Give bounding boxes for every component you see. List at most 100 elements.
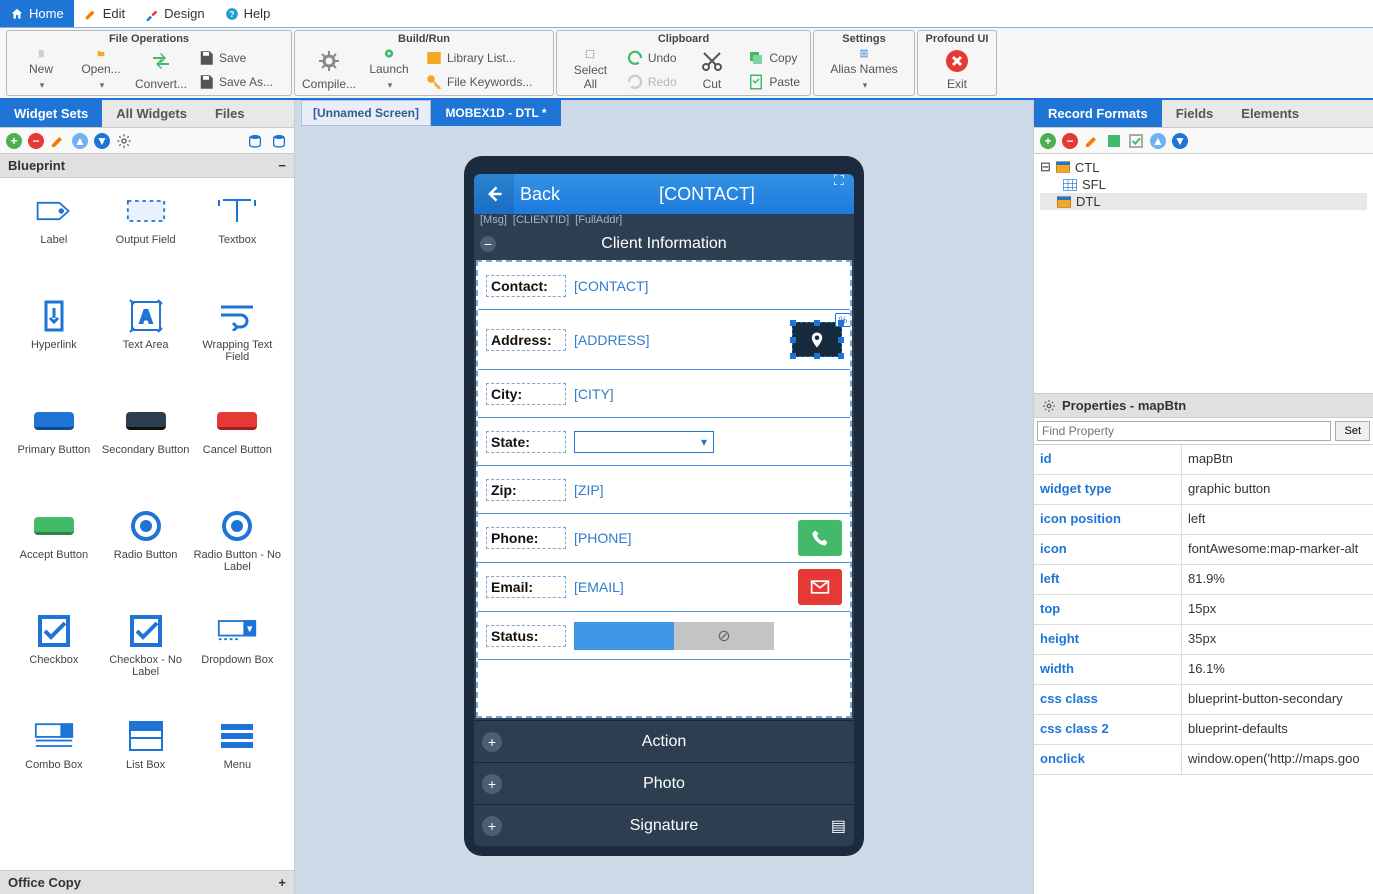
menu-design[interactable]: Design xyxy=(135,0,214,27)
widget-dropdown[interactable]: Dropdown Box xyxy=(191,606,283,711)
compile-button[interactable]: Compile... xyxy=(301,47,357,93)
map-button[interactable]: % xyxy=(792,322,842,357)
field-phone[interactable]: [PHONE] xyxy=(574,530,790,546)
plus-icon[interactable]: + xyxy=(482,774,502,794)
phone-button[interactable] xyxy=(798,520,842,556)
tab-record-formats[interactable]: Record Formats xyxy=(1034,100,1162,127)
field-contact[interactable]: [CONTACT] xyxy=(574,278,842,294)
tree-toggle-icon[interactable]: ⊟ xyxy=(1040,159,1051,175)
canvas-area[interactable]: Back [CONTACT] ⛶ [Msg] [CLIENTID] [FullA… xyxy=(295,126,1033,894)
prop-row[interactable]: css classblueprint-button-secondary xyxy=(1034,685,1373,715)
prop-row[interactable]: css class 2blueprint-defaults xyxy=(1034,715,1373,745)
prop-row[interactable]: iconfontAwesome:map-marker-alt xyxy=(1034,535,1373,565)
widget-wrapping-text[interactable]: Wrapping Text Field xyxy=(191,291,283,396)
filter-input[interactable] xyxy=(1037,421,1331,441)
widget-primary-button[interactable]: Primary Button xyxy=(8,396,100,501)
tab-fields[interactable]: Fields xyxy=(1162,100,1228,127)
cut-button[interactable]: Cut xyxy=(685,47,740,93)
blueprint-header[interactable]: Blueprint − xyxy=(0,154,294,178)
widget-accept-button[interactable]: Accept Button xyxy=(8,501,100,606)
prop-row[interactable]: top15px xyxy=(1034,595,1373,625)
tab-widget-sets[interactable]: Widget Sets xyxy=(0,100,102,127)
add-icon[interactable]: + xyxy=(6,133,22,149)
db-icon[interactable] xyxy=(246,133,264,149)
collapse-icon[interactable]: − xyxy=(278,158,286,173)
liblist-button[interactable]: Library List... xyxy=(421,47,536,69)
tree-node-sfl[interactable]: SFL xyxy=(1062,176,1367,193)
up-icon[interactable]: ▲ xyxy=(72,133,88,149)
widget-listbox[interactable]: List Box xyxy=(100,711,192,816)
widget-combobox[interactable]: Combo Box xyxy=(8,711,100,816)
add-icon[interactable]: + xyxy=(1040,133,1056,149)
saveas-button[interactable]: Save As... xyxy=(193,71,277,93)
plus-icon[interactable]: + xyxy=(482,732,502,752)
window-icon[interactable] xyxy=(1106,133,1122,149)
prop-row[interactable]: widget typegraphic button xyxy=(1034,475,1373,505)
paste-button[interactable]: Paste xyxy=(743,71,804,93)
prop-row[interactable]: width16.1% xyxy=(1034,655,1373,685)
field-state-select[interactable]: ▾ xyxy=(574,431,714,453)
widget-radio-button[interactable]: Radio Button xyxy=(100,501,192,606)
delete-icon[interactable]: − xyxy=(1062,133,1078,149)
action-row-photo[interactable]: + Photo xyxy=(474,762,854,804)
delete-icon[interactable]: − xyxy=(28,133,44,149)
edit-pencil-icon[interactable] xyxy=(1084,133,1100,149)
widget-textarea[interactable]: A Text Area xyxy=(100,291,192,396)
field-address[interactable]: [ADDRESS] xyxy=(574,332,784,348)
field-city[interactable]: [CITY] xyxy=(574,386,842,402)
tab-files[interactable]: Files xyxy=(201,100,259,127)
new-button[interactable]: New xyxy=(13,47,69,93)
prop-row[interactable]: icon positionleft xyxy=(1034,505,1373,535)
selectall-button[interactable]: Select All xyxy=(563,47,618,93)
convert-button[interactable]: Convert... xyxy=(133,47,189,93)
tab-unnamed-screen[interactable]: [Unnamed Screen] xyxy=(301,100,431,126)
filekw-button[interactable]: File Keywords... xyxy=(421,71,536,93)
widget-label[interactable]: Label xyxy=(8,186,100,291)
prop-row[interactable]: height35px xyxy=(1034,625,1373,655)
expand-icon[interactable]: + xyxy=(278,875,286,890)
gear-icon[interactable] xyxy=(116,133,132,149)
undo-button[interactable]: Undo xyxy=(622,47,681,69)
edit-pencil-icon[interactable] xyxy=(50,133,66,149)
widget-checkbox-nolabel[interactable]: Checkbox - No Label xyxy=(100,606,192,711)
widget-output-field[interactable]: Output Field xyxy=(100,186,192,291)
widget-radio-nolabel[interactable]: Radio Button - No Label xyxy=(191,501,283,606)
prop-row[interactable]: left81.9% xyxy=(1034,565,1373,595)
collapse-icon[interactable]: − xyxy=(480,236,496,252)
tree-node-dtl[interactable]: DTL xyxy=(1040,193,1367,210)
field-zip[interactable]: [ZIP] xyxy=(574,482,842,498)
plus-icon[interactable]: + xyxy=(482,816,502,836)
prop-row[interactable]: onclickwindow.open('http://maps.goo xyxy=(1034,745,1373,775)
expand-icon[interactable]: ⛶ xyxy=(834,174,850,188)
open-button[interactable]: Open... xyxy=(73,47,129,93)
status-toggle[interactable]: ⊘ xyxy=(574,622,774,650)
widget-secondary-button[interactable]: Secondary Button xyxy=(100,396,192,501)
tab-elements[interactable]: Elements xyxy=(1227,100,1313,127)
widget-menu[interactable]: Menu xyxy=(191,711,283,816)
menu-icon[interactable]: ▤ xyxy=(831,816,846,836)
tab-all-widgets[interactable]: All Widgets xyxy=(102,100,201,127)
widget-textbox[interactable]: Textbox xyxy=(191,186,283,291)
tree-node-ctl[interactable]: ⊟ CTL xyxy=(1040,158,1367,176)
down-icon[interactable]: ▼ xyxy=(94,133,110,149)
set-button[interactable]: Set xyxy=(1335,421,1370,441)
db-arrow-icon[interactable] xyxy=(270,133,288,149)
check-icon[interactable] xyxy=(1128,133,1144,149)
widget-cancel-button[interactable]: Cancel Button xyxy=(191,396,283,501)
exit-button[interactable]: Exit xyxy=(924,47,990,93)
tab-mobex1d[interactable]: MOBEX1D - DTL * xyxy=(431,100,561,126)
action-row-signature[interactable]: + Signature ▤ xyxy=(474,804,854,846)
widget-hyperlink[interactable]: Hyperlink xyxy=(8,291,100,396)
menu-home[interactable]: Home xyxy=(0,0,74,27)
down-icon[interactable]: ▼ xyxy=(1172,133,1188,149)
action-row-action[interactable]: + Action xyxy=(474,720,854,762)
up-icon[interactable]: ▲ xyxy=(1150,133,1166,149)
copy-button[interactable]: Copy xyxy=(743,47,804,69)
section-client-info[interactable]: − Client Information xyxy=(474,230,854,258)
menu-help[interactable]: ? Help xyxy=(215,0,281,27)
widget-checkbox[interactable]: Checkbox xyxy=(8,606,100,711)
prop-row[interactable]: idmapBtn xyxy=(1034,445,1373,475)
aliasnames-button[interactable]: Alias Names xyxy=(820,47,908,93)
field-email[interactable]: [EMAIL] xyxy=(574,579,790,595)
launch-button[interactable]: Launch xyxy=(361,47,417,93)
